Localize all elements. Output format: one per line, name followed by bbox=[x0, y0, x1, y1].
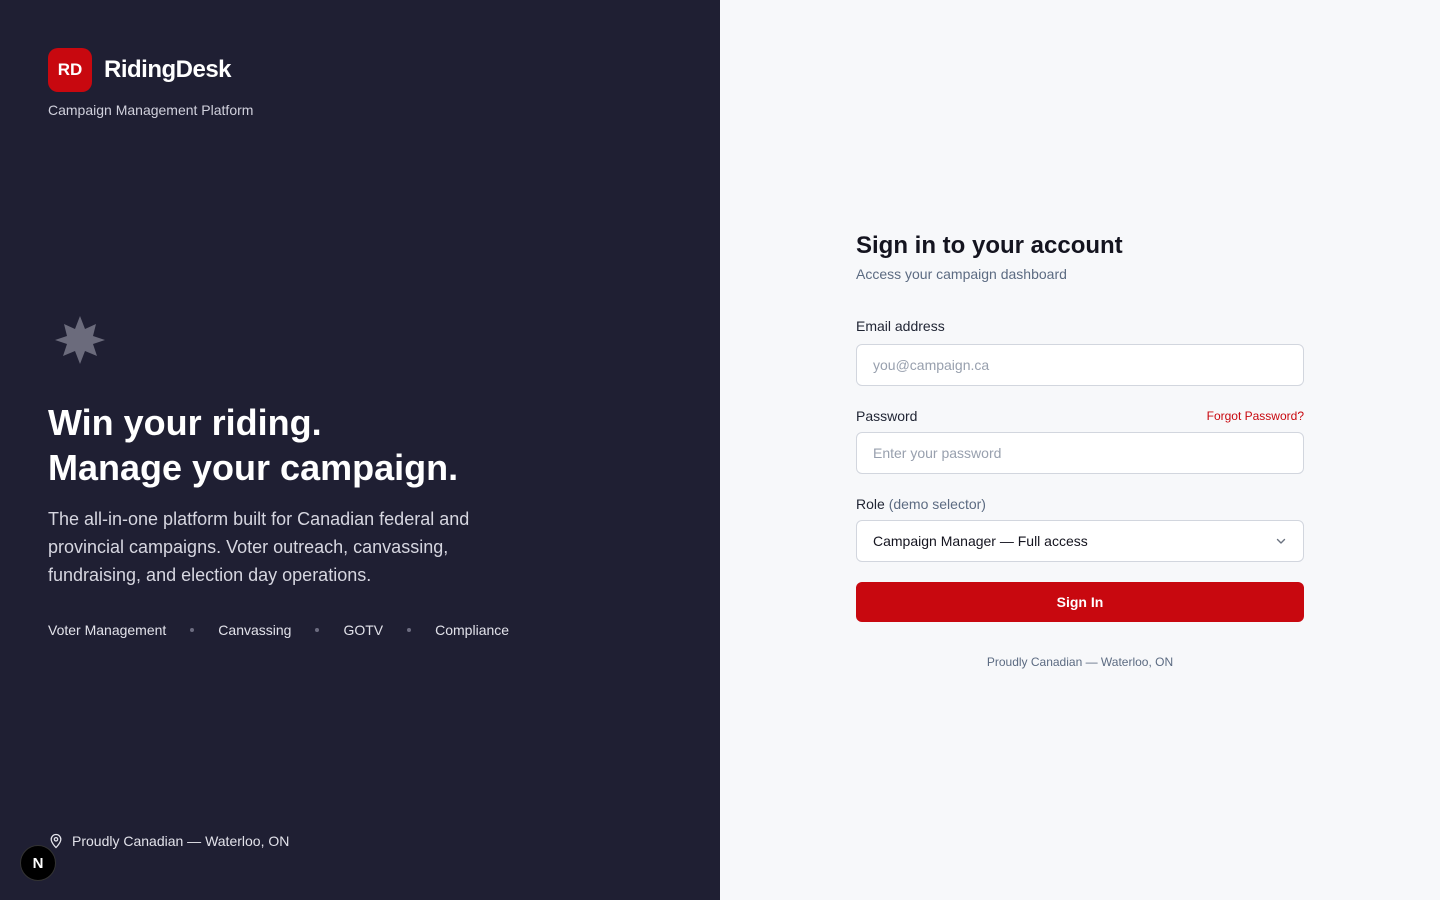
signin-subtitle: Access your campaign dashboard bbox=[856, 266, 1067, 282]
headline-line-2: Manage your campaign. bbox=[48, 447, 459, 488]
separator-dot bbox=[190, 628, 195, 632]
hero-description: The all-in-one platform built for Canadi… bbox=[48, 509, 470, 585]
separator-dot bbox=[315, 628, 320, 632]
separator-dot bbox=[407, 628, 412, 632]
password-field[interactable] bbox=[856, 432, 1304, 474]
chevron-down-icon bbox=[1276, 538, 1286, 544]
role-hint: (demo selector) bbox=[888, 496, 986, 512]
brand-name: RidingDesk bbox=[104, 56, 232, 83]
role-label: Role bbox=[856, 496, 885, 512]
email-label: Email address bbox=[856, 318, 945, 334]
feature-item: Canvassing bbox=[218, 622, 292, 638]
location-pin-icon bbox=[50, 833, 62, 849]
feature-list: Voter Management Canvassing GOTV Complia… bbox=[48, 622, 509, 638]
maple-leaf-icon bbox=[55, 316, 105, 364]
forgot-password-link[interactable]: Forgot Password? bbox=[1207, 409, 1304, 423]
feature-item: Voter Management bbox=[48, 622, 167, 638]
role-select[interactable]: Campaign Manager — Full access bbox=[856, 520, 1304, 562]
brand-header: RD RidingDesk bbox=[48, 48, 232, 92]
role-label-row: Role (demo selector) bbox=[856, 496, 1304, 512]
signin-footer: Proudly Canadian — Waterloo, ON bbox=[986, 655, 1174, 669]
role-selected-value: Campaign Manager — Full access bbox=[873, 533, 1088, 549]
password-label: Password bbox=[856, 408, 918, 424]
signin-panel: Sign in to your account Access your camp… bbox=[720, 0, 1440, 900]
signin-title: Sign in to your account bbox=[856, 232, 1123, 259]
brand-panel: RD RidingDesk Campaign Management Platfo… bbox=[0, 0, 720, 900]
dev-tools-button[interactable]: N bbox=[20, 845, 56, 881]
email-group: Email address bbox=[856, 318, 1304, 386]
email-field[interactable] bbox=[856, 344, 1304, 386]
hero-headline: Win your riding. Manage your campaign. bbox=[48, 400, 458, 490]
feature-item: Compliance bbox=[435, 622, 510, 638]
role-group: Role (demo selector) Campaign Manager — … bbox=[856, 496, 1304, 562]
logo: RD bbox=[48, 48, 92, 92]
feature-item: GOTV bbox=[343, 622, 384, 638]
signin-form: Sign in to your account Access your camp… bbox=[856, 230, 1304, 669]
headline-line-1: Win your riding. bbox=[48, 402, 322, 443]
password-group: Password Forgot Password? bbox=[856, 408, 1304, 474]
password-label-row: Password Forgot Password? bbox=[856, 408, 1304, 424]
brand-tagline: Campaign Management Platform bbox=[48, 102, 254, 118]
signin-button[interactable]: Sign In bbox=[856, 582, 1304, 622]
location-text: Proudly Canadian — Waterloo, ON bbox=[72, 833, 290, 849]
location-footer: Proudly Canadian — Waterloo, ON bbox=[48, 833, 289, 849]
